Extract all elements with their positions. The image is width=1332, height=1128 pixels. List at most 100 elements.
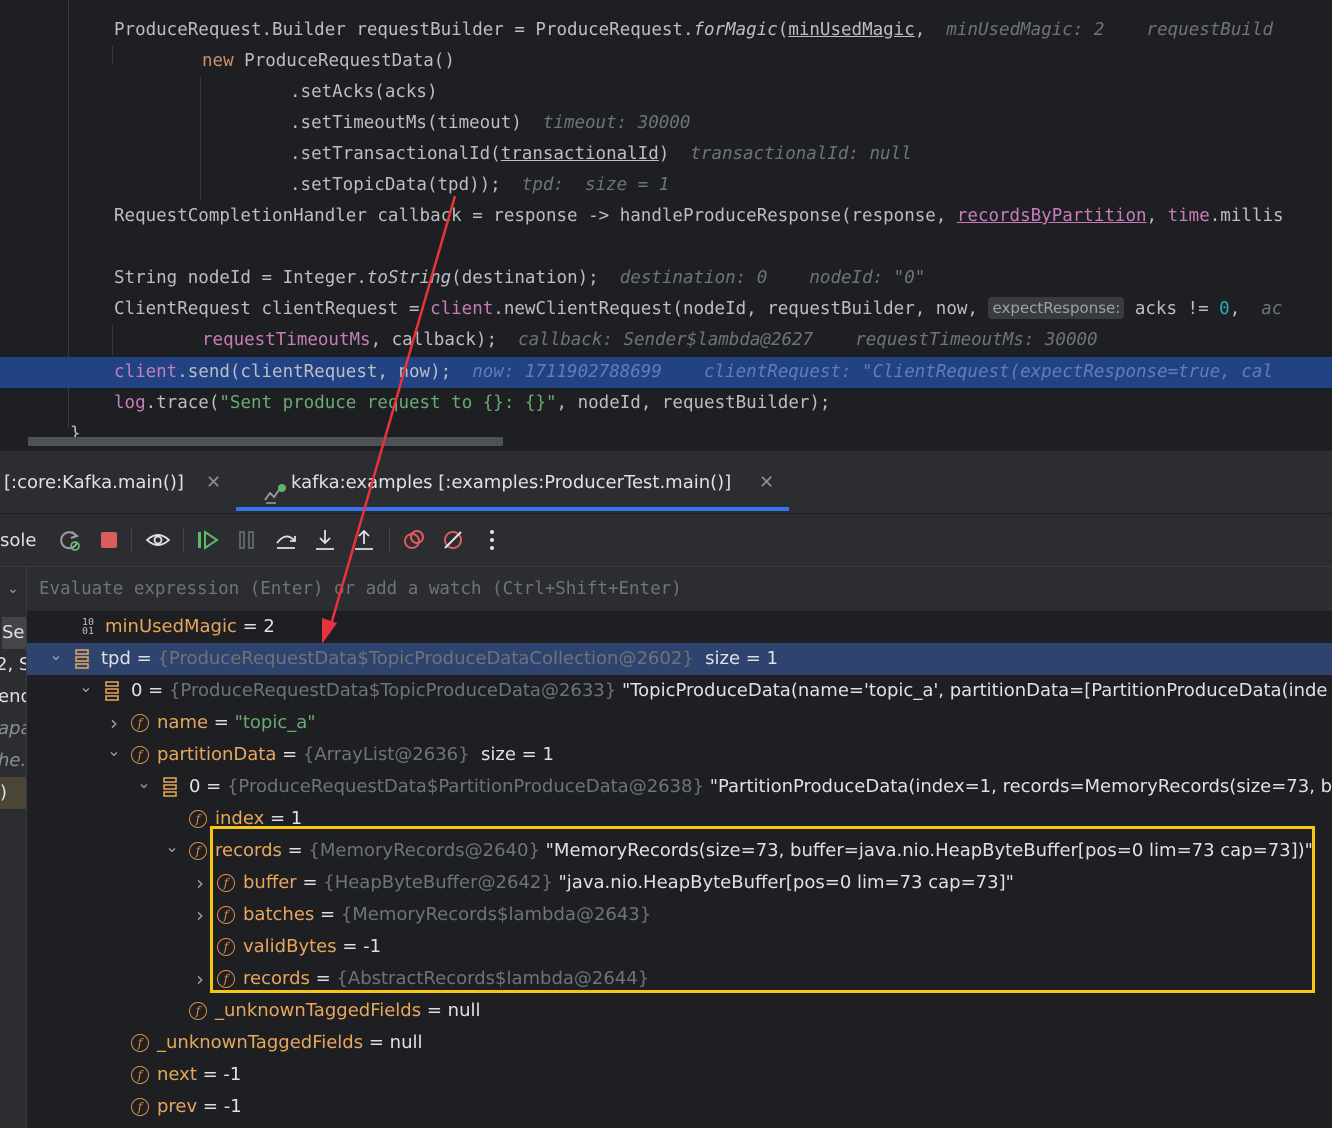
chevron-right-icon[interactable]: › — [193, 899, 207, 931]
variable-row[interactable]: f prev = -1 — [27, 1091, 1332, 1123]
variable-row[interactable]: f next = -1 — [27, 1059, 1332, 1091]
code-token: (destination); — [451, 268, 620, 288]
code-text: .setTransactionalId(transactionalId) tra… — [290, 139, 912, 170]
separator — [131, 528, 132, 552]
variable-row[interactable]: ⌄ 0 = {ProduceRequestData$TopicProduceDat… — [27, 675, 1332, 707]
variable-row[interactable]: › f name = "topic_a" — [27, 707, 1332, 739]
inline-value-hint: minUsedMagic: 2 requestBuild — [946, 20, 1273, 40]
stop-icon[interactable] — [96, 527, 122, 553]
code-token: , — [914, 20, 947, 40]
frame-item[interactable]: 2, S — [0, 649, 26, 681]
step-out-icon[interactable] — [351, 527, 377, 553]
code-line[interactable]: log.trace("Sent produce request to {}: {… — [0, 388, 1332, 419]
step-into-icon[interactable] — [312, 527, 338, 553]
view-breakpoints-icon[interactable] — [145, 527, 171, 553]
code-line[interactable]: RequestCompletionHandler callback = resp… — [0, 201, 1332, 232]
chevron-down-icon[interactable]: ⌄ — [49, 639, 63, 671]
frame-item[interactable]: end — [0, 681, 26, 713]
code-line[interactable]: requestTimeoutMs, callback); callback: S… — [0, 325, 1332, 356]
console-tab[interactable]: sole — [0, 514, 36, 567]
variable-row[interactable]: f _unknownTaggedFields = null — [27, 995, 1332, 1027]
code-line[interactable]: new ProduceRequestData() — [0, 46, 1332, 77]
variable-row[interactable]: › f batches = {MemoryRecords$lambda@2643} — [27, 899, 1332, 931]
rerun-icon[interactable] — [57, 527, 83, 553]
chevron-down-icon[interactable]: ⌄ — [79, 671, 93, 703]
field-icon: f — [131, 1034, 149, 1052]
field-icon: f — [189, 810, 207, 828]
code-token: recordsByPartition — [956, 206, 1147, 226]
variable-value: -1 — [223, 1064, 242, 1085]
code-token: , — [1146, 206, 1168, 226]
chevron-down-icon[interactable]: ⌄ — [165, 831, 179, 863]
horizontal-scrollbar[interactable] — [28, 437, 503, 446]
code-line[interactable]: ClientRequest clientRequest = client.new… — [0, 294, 1332, 325]
variable-row[interactable]: ⌄ f records = {MemoryRecords@2640} "Memory… — [27, 835, 1332, 867]
code-token: client — [114, 362, 178, 382]
tab-core-kafka[interactable]: [:core:Kafka.main()] ✕ — [4, 451, 232, 514]
mute-breakpoints-icon[interactable] — [440, 527, 466, 553]
chevron-down-icon[interactable]: ⌄ — [0, 567, 26, 611]
code-line[interactable]: String nodeId = Integer.toString(destina… — [0, 263, 1332, 294]
code-line[interactable]: .setAcks(acks) — [0, 77, 1332, 108]
separator — [183, 528, 184, 552]
code-text: RequestCompletionHandler callback = resp… — [114, 201, 1284, 232]
pause-icon[interactable] — [234, 527, 260, 553]
more-options-icon[interactable] — [479, 527, 505, 553]
variable-eq: = — [236, 616, 264, 637]
frame-item[interactable]: he. — [0, 745, 26, 777]
code-text: .setTimeoutMs(timeout) timeout: 30000 — [290, 108, 690, 139]
code-text: new ProduceRequestData() — [202, 46, 455, 77]
variable-value: "MemoryRecords(size=73, buffer=java.nio.… — [539, 840, 1313, 861]
tab-kafka-examples[interactable]: kafka:examples [:examples:ProducerTest.m… — [262, 451, 782, 514]
code-editor[interactable]: ProduceRequest.Builder requestBuilder = … — [0, 0, 1332, 450]
code-line[interactable]: ProduceRequest.Builder requestBuilder = … — [0, 15, 1332, 46]
variable-row[interactable]: 10 01 minUsedMagic = 2 — [27, 611, 1332, 643]
code-token: , — [1229, 299, 1262, 319]
code-text: client.send(clientRequest, now); now: 17… — [114, 357, 1273, 388]
code-token: .setTimeoutMs(timeout) — [290, 113, 543, 133]
variable-eq: = — [336, 936, 364, 957]
code-line[interactable] — [0, 232, 1332, 263]
code-token: transactionalId — [500, 144, 659, 164]
code-token: ProduceRequest.Builder requestBuilder = … — [114, 20, 694, 40]
close-icon[interactable]: ✕ — [206, 451, 221, 514]
code-line[interactable]: .setTopicData(tpd)); tpd: size = 1 — [0, 170, 1332, 201]
code-token: client — [430, 299, 494, 319]
field-icon: f — [131, 714, 149, 732]
chevron-down-icon[interactable]: ⌄ — [107, 735, 121, 767]
variable-row[interactable]: › f buffer = {HeapByteBuffer@2642} "java.n… — [27, 867, 1332, 899]
frame-item[interactable]: apa — [0, 713, 26, 745]
current-execution-line[interactable]: client.send(clientRequest, now); now: 17… — [0, 357, 1332, 388]
variable-row[interactable]: ⌄ f partitionData = {ArrayList@2636} size … — [27, 739, 1332, 771]
variable-name: records — [243, 968, 310, 989]
variable-row[interactable]: ⌄ 0 = {ProduceRequestData$PartitionProduc… — [27, 771, 1332, 803]
code-token: .send(clientRequest, now); — [177, 362, 473, 382]
variable-eq: = — [142, 680, 169, 701]
view-breakpoints-red-icon[interactable] — [401, 527, 427, 553]
variable-name: next — [157, 1064, 197, 1085]
variable-eq: = — [296, 872, 324, 893]
chevron-right-icon[interactable]: › — [193, 963, 207, 995]
inline-value-hint: ac — [1261, 299, 1283, 319]
variable-eq: = — [208, 712, 235, 733]
variable-row[interactable]: f _unknownTaggedFields = null — [27, 1027, 1332, 1059]
resume-icon[interactable] — [195, 527, 221, 553]
chevron-right-icon[interactable]: › — [193, 867, 207, 899]
variable-row[interactable]: f index = 1 — [27, 803, 1332, 835]
variable-row[interactable]: › f records = {AbstractRecords$lambda@2644… — [27, 963, 1332, 995]
step-over-icon[interactable] — [273, 527, 299, 553]
code-text: ClientRequest clientRequest = client.new… — [114, 294, 1282, 325]
variable-type: {ProduceRequestData$TopicProduceData@263… — [168, 680, 617, 701]
code-token: String nodeId = Integer. — [114, 268, 367, 288]
variable-row[interactable]: f validBytes = -1 — [27, 931, 1332, 963]
variable-name: 0 — [131, 680, 143, 701]
variable-row[interactable]: ⌄ tpd = {ProduceRequestData$TopicProduceD… — [27, 643, 1332, 675]
chevron-down-icon[interactable]: ⌄ — [137, 767, 151, 799]
code-line[interactable]: .setTimeoutMs(timeout) timeout: 30000 — [0, 108, 1332, 139]
evaluate-expression-input[interactable]: Evaluate expression (Enter) or add a wat… — [26, 567, 1332, 611]
frame-item[interactable]: ) — [0, 777, 26, 809]
frame-item[interactable]: Se — [2, 617, 26, 649]
code-line[interactable]: .setTransactionalId(transactionalId) tra… — [0, 139, 1332, 170]
close-icon[interactable]: ✕ — [759, 451, 774, 514]
code-text: .setTopicData(tpd)); tpd: size = 1 — [290, 170, 669, 201]
